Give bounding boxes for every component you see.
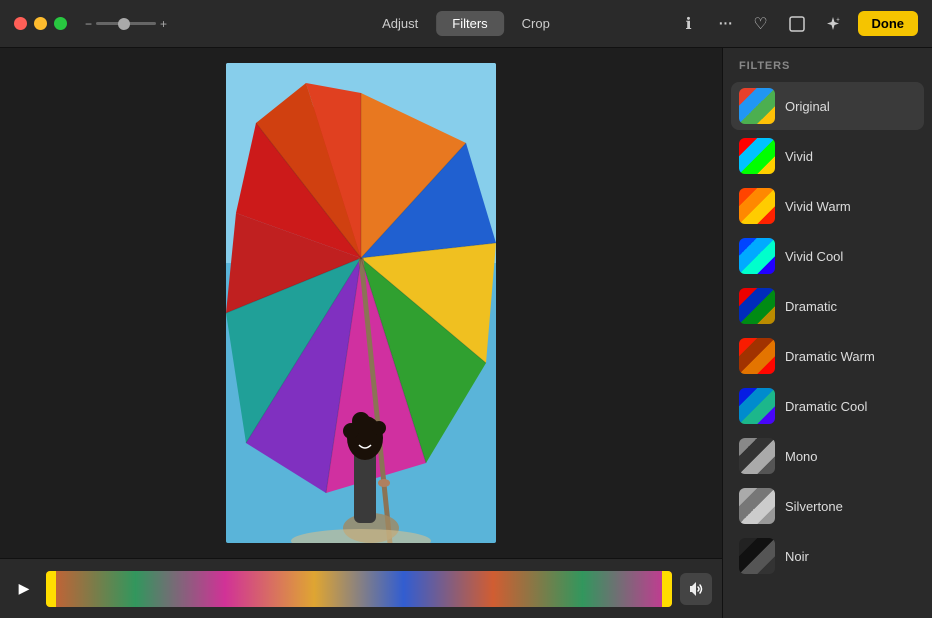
filter-item-dramatic-cool[interactable]: Dramatic Cool xyxy=(731,382,924,430)
brightness-min-icon: − xyxy=(85,17,92,31)
filter-item-original[interactable]: Original xyxy=(731,82,924,130)
toolbar-right: ℹ ··· ♡ Done xyxy=(678,11,919,36)
volume-icon xyxy=(687,580,705,598)
filter-item-noir[interactable]: Noir xyxy=(731,532,924,580)
filter-thumb-dramatic-cool xyxy=(739,388,775,424)
filter-name-noir: Noir xyxy=(785,549,809,564)
timeline-bar: ▶ xyxy=(0,558,722,618)
filter-name-dramatic: Dramatic xyxy=(785,299,837,314)
traffic-lights xyxy=(14,17,67,30)
magic-icon xyxy=(824,15,842,33)
titlebar: − + Adjust Filters Crop ℹ ··· ♡ Done xyxy=(0,0,932,48)
filter-item-dramatic[interactable]: Dramatic xyxy=(731,282,924,330)
filter-list: Original Vivid Vivid Warm Vivid Cool Dra… xyxy=(723,82,932,618)
brightness-max-icon: + xyxy=(160,17,167,31)
play-button[interactable]: ▶ xyxy=(10,575,38,603)
done-button[interactable]: Done xyxy=(858,11,919,36)
filter-item-vivid[interactable]: Vivid xyxy=(731,132,924,180)
close-button[interactable] xyxy=(14,17,27,30)
filter-thumb-mono xyxy=(739,438,775,474)
brightness-control: − + xyxy=(85,17,167,31)
info-button[interactable]: ℹ xyxy=(678,13,700,35)
brightness-slider[interactable] xyxy=(96,22,156,25)
heart-button[interactable]: ♡ xyxy=(750,13,772,35)
filters-sidebar: FILTERS Original Vivid Vivid Warm Vivid … xyxy=(722,48,932,618)
timeline-handle-left[interactable] xyxy=(46,571,56,607)
adjust-button[interactable]: Adjust xyxy=(366,11,434,36)
filter-item-vivid-cool[interactable]: Vivid Cool xyxy=(731,232,924,280)
filter-name-mono: Mono xyxy=(785,449,818,464)
filter-item-vivid-warm[interactable]: Vivid Warm xyxy=(731,182,924,230)
filter-thumb-vivid-cool xyxy=(739,238,775,274)
filter-name-vivid: Vivid xyxy=(785,149,813,164)
timeline-handle-right[interactable] xyxy=(662,571,672,607)
photo-image xyxy=(226,63,496,543)
maximize-button[interactable] xyxy=(54,17,67,30)
filter-name-silvertone: Silvertone xyxy=(785,499,843,514)
filter-name-dramatic-warm: Dramatic Warm xyxy=(785,349,875,364)
timeline-frames-fill xyxy=(46,571,672,607)
toolbar-center: Adjust Filters Crop xyxy=(366,11,566,36)
filters-button[interactable]: Filters xyxy=(436,11,503,36)
filter-thumb-dramatic-warm xyxy=(739,338,775,374)
filter-name-original: Original xyxy=(785,99,830,114)
filter-thumb-vivid-warm xyxy=(739,188,775,224)
photo-viewport xyxy=(0,48,722,558)
filter-thumb-original xyxy=(739,88,775,124)
filter-name-dramatic-cool: Dramatic Cool xyxy=(785,399,867,414)
minimize-button[interactable] xyxy=(34,17,47,30)
main-content: ▶ FILTERS Orig xyxy=(0,48,932,618)
filter-thumb-silvertone xyxy=(739,488,775,524)
brightness-thumb xyxy=(118,18,130,30)
filter-name-vivid-warm: Vivid Warm xyxy=(785,199,851,214)
magic-button[interactable] xyxy=(822,13,844,35)
filter-item-mono[interactable]: Mono xyxy=(731,432,924,480)
filters-section-title: FILTERS xyxy=(723,60,932,82)
aspect-button[interactable] xyxy=(786,13,808,35)
filter-thumb-noir xyxy=(739,538,775,574)
aspect-icon xyxy=(788,15,806,33)
filter-item-dramatic-warm[interactable]: Dramatic Warm xyxy=(731,332,924,380)
timeline-track[interactable] xyxy=(46,571,672,607)
photo-area: ▶ xyxy=(0,48,722,618)
crop-button[interactable]: Crop xyxy=(506,11,566,36)
timeline-frames xyxy=(46,571,672,607)
filter-item-silvertone[interactable]: Silvertone xyxy=(731,482,924,530)
photo-frame xyxy=(226,63,496,543)
volume-button[interactable] xyxy=(680,573,712,605)
filter-thumb-vivid xyxy=(739,138,775,174)
filter-name-vivid-cool: Vivid Cool xyxy=(785,249,843,264)
filter-thumb-dramatic xyxy=(739,288,775,324)
more-button[interactable]: ··· xyxy=(714,13,736,35)
